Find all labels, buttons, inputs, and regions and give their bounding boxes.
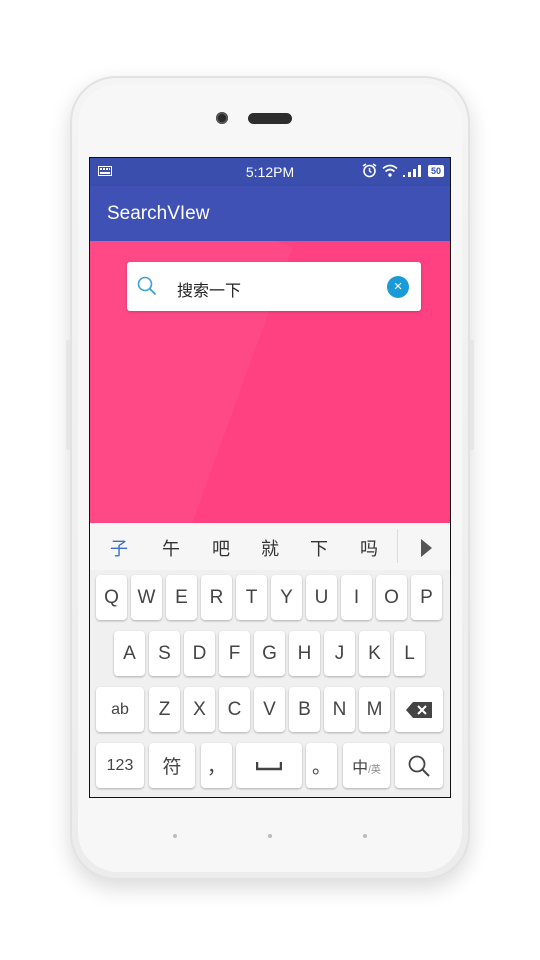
candidate-word[interactable]: 子 xyxy=(110,535,128,561)
close-icon: × xyxy=(393,278,403,295)
key-h[interactable]: H xyxy=(289,631,320,676)
key-a[interactable]: A xyxy=(114,631,145,676)
key-e[interactable]: E xyxy=(166,575,197,620)
expand-candidates-icon[interactable] xyxy=(421,539,432,557)
front-camera xyxy=(216,112,228,124)
key-b[interactable]: B xyxy=(289,687,320,732)
candidate-word[interactable]: 吗 xyxy=(360,535,378,561)
comma-key[interactable]: ， xyxy=(201,743,232,788)
soft-keyboard: Q W E R T Y U I O P A S D F G H J K L ab… xyxy=(90,570,450,797)
key-m[interactable]: M xyxy=(359,687,390,732)
key-v[interactable]: V xyxy=(254,687,285,732)
nav-menu-dot[interactable] xyxy=(173,834,177,838)
key-d[interactable]: D xyxy=(184,631,215,676)
key-n[interactable]: N xyxy=(324,687,355,732)
candidate-bar: 子 午 吧 就 下 吗 xyxy=(90,523,450,571)
key-p[interactable]: P xyxy=(411,575,442,620)
nav-back-dot[interactable] xyxy=(363,834,367,838)
key-q[interactable]: Q xyxy=(96,575,127,620)
key-k[interactable]: K xyxy=(359,631,390,676)
nav-home-dot[interactable] xyxy=(268,834,272,838)
key-i[interactable]: I xyxy=(341,575,372,620)
symbols-key[interactable]: 符 xyxy=(149,743,195,788)
candidate-word[interactable]: 吧 xyxy=(212,535,230,561)
backspace-icon xyxy=(406,701,432,718)
search-view[interactable]: 搜索一下 × xyxy=(127,262,421,311)
signal-icon xyxy=(402,164,421,177)
battery-icon: 50 xyxy=(427,164,444,177)
key-r[interactable]: R xyxy=(201,575,232,620)
period-key[interactable]: 。 xyxy=(306,743,337,788)
backspace-key[interactable] xyxy=(395,687,443,732)
app-bar: SearchVIew xyxy=(90,186,450,241)
content-area: 搜索一下 × xyxy=(90,241,450,523)
candidate-word[interactable]: 午 xyxy=(162,535,180,561)
alarm-icon xyxy=(362,163,377,178)
candidate-word[interactable]: 就 xyxy=(261,535,279,561)
numbers-key[interactable]: 123 xyxy=(96,743,144,788)
key-w[interactable]: W xyxy=(131,575,162,620)
candidate-divider xyxy=(397,529,398,563)
key-u[interactable]: U xyxy=(306,575,337,620)
candidate-word[interactable]: 下 xyxy=(310,535,328,561)
power-button xyxy=(470,340,474,450)
key-x[interactable]: X xyxy=(184,687,215,732)
key-j[interactable]: J xyxy=(324,631,355,676)
key-t[interactable]: T xyxy=(236,575,267,620)
key-s[interactable]: S xyxy=(149,631,180,676)
search-key[interactable] xyxy=(395,743,443,788)
space-bar-icon xyxy=(256,761,282,770)
key-z[interactable]: Z xyxy=(149,687,180,732)
status-bar: 5:12PM 50 xyxy=(90,158,450,186)
device-screen: 5:12PM 50 SearchVIew 搜索一下 × 子 午 吧 就 下 吗 … xyxy=(89,157,451,798)
shift-key[interactable]: ab xyxy=(96,687,144,732)
search-icon xyxy=(408,755,430,777)
language-label: 中 xyxy=(352,759,369,777)
earpiece-speaker xyxy=(248,113,292,124)
key-o[interactable]: O xyxy=(376,575,407,620)
search-input[interactable]: 搜索一下 xyxy=(177,277,241,301)
key-y[interactable]: Y xyxy=(271,575,302,620)
clear-button[interactable]: × xyxy=(387,276,409,298)
key-g[interactable]: G xyxy=(254,631,285,676)
volume-button xyxy=(66,340,70,450)
key-f[interactable]: F xyxy=(219,631,250,676)
key-c[interactable]: C xyxy=(219,687,250,732)
key-l[interactable]: L xyxy=(394,631,425,676)
space-key[interactable] xyxy=(236,743,302,788)
language-sub-label: /英 xyxy=(368,765,381,776)
search-icon xyxy=(137,276,157,296)
app-title: SearchVIew xyxy=(107,203,210,224)
language-switch-key[interactable]: 中/英 xyxy=(343,743,390,788)
wifi-icon xyxy=(382,164,398,177)
